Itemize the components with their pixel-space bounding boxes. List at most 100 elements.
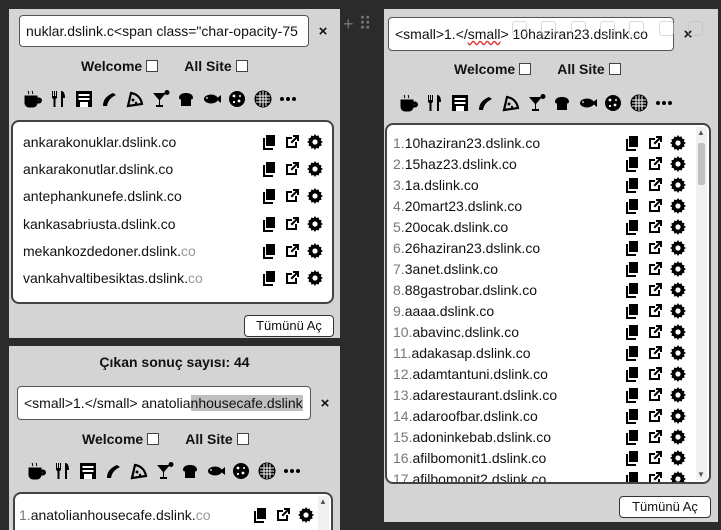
copy-icon[interactable]: [622, 407, 641, 425]
toolbar-icon[interactable]: [629, 20, 645, 36]
welcome-box[interactable]: [519, 63, 532, 75]
external-link-icon[interactable]: [645, 449, 664, 467]
site-link[interactable]: antephankunefe.dslink.co: [23, 188, 255, 204]
external-link-icon[interactable]: [645, 197, 664, 215]
scrollbar-thumb[interactable]: [698, 143, 705, 185]
toolbar-icon[interactable]: [570, 20, 586, 36]
hot-dog-icon[interactable]: [104, 461, 124, 481]
all-site-checkbox[interactable]: All Site: [184, 58, 248, 74]
gear-icon[interactable]: [668, 386, 687, 404]
gear-icon[interactable]: [296, 506, 315, 524]
more-icon[interactable]: [282, 461, 302, 481]
site-link[interactable]: 3.1a.dslink.co: [393, 177, 618, 193]
fish-icon[interactable]: [206, 461, 226, 481]
copy-icon[interactable]: [259, 215, 278, 233]
coffee-icon[interactable]: [23, 89, 43, 109]
all-site-checkbox[interactable]: All Site: [185, 431, 249, 447]
cocktail-icon[interactable]: [527, 93, 547, 113]
copy-icon[interactable]: [622, 197, 641, 215]
external-link-icon[interactable]: [645, 260, 664, 278]
burger-icon[interactable]: [74, 89, 94, 109]
open-all-button[interactable]: Tümünü Aç: [619, 496, 711, 518]
gear-icon[interactable]: [668, 302, 687, 320]
gear-icon[interactable]: [668, 365, 687, 383]
welcome-box[interactable]: [146, 60, 159, 72]
pizza-slice-icon[interactable]: [501, 93, 521, 113]
gear-icon[interactable]: [668, 323, 687, 341]
copy-icon[interactable]: [622, 449, 641, 467]
toolbar-icon[interactable]: [658, 20, 674, 36]
site-link[interactable]: 9.aaaa.dslink.co: [393, 303, 618, 319]
more-icon[interactable]: [654, 93, 674, 113]
bread-icon[interactable]: [180, 461, 200, 481]
copy-icon[interactable]: [622, 323, 641, 341]
all-site-box[interactable]: [235, 60, 248, 72]
utensils-icon[interactable]: [49, 89, 69, 109]
external-link-icon[interactable]: [282, 215, 301, 233]
toolbar-icon[interactable]: [512, 20, 528, 36]
welcome-box[interactable]: [147, 433, 160, 445]
gear-icon[interactable]: [305, 133, 324, 151]
utensils-icon[interactable]: [425, 93, 445, 113]
pizza-slice-icon[interactable]: [125, 89, 145, 109]
gear-icon[interactable]: [668, 155, 687, 173]
copy-icon[interactable]: [250, 506, 269, 524]
gear-icon[interactable]: [305, 215, 324, 233]
search-input[interactable]: <small>1.</small> anatolianhousecafe.dsl…: [17, 386, 311, 420]
close-button[interactable]: ×: [317, 23, 329, 40]
site-link[interactable]: 1.anatolianhousecafe.dslink.co: [19, 507, 246, 523]
site-link[interactable]: 13.adarestaurant.dslink.co: [393, 387, 618, 403]
scrollbar[interactable]: ▲ ▼: [696, 127, 707, 480]
gear-icon[interactable]: [668, 470, 687, 482]
site-link[interactable]: 10.abavinc.dslink.co: [393, 324, 618, 340]
site-link[interactable]: kankasabriusta.dslink.co: [23, 216, 255, 232]
external-link-icon[interactable]: [282, 242, 301, 260]
gear-icon[interactable]: [668, 176, 687, 194]
fish-icon[interactable]: [578, 93, 598, 113]
site-link[interactable]: 5.20ocak.dslink.co: [393, 219, 618, 235]
gear-icon[interactable]: [668, 449, 687, 467]
pizza-slice-icon[interactable]: [129, 461, 149, 481]
external-link-icon[interactable]: [645, 239, 664, 257]
external-link-icon[interactable]: [645, 407, 664, 425]
external-link-icon[interactable]: [645, 134, 664, 152]
all-site-box[interactable]: [236, 433, 249, 445]
site-link[interactable]: 8.88gastrobar.dslink.co: [393, 282, 618, 298]
external-link-icon[interactable]: [645, 323, 664, 341]
external-link-icon[interactable]: [645, 176, 664, 194]
external-link-icon[interactable]: [645, 428, 664, 446]
bread-icon[interactable]: [176, 89, 196, 109]
site-link[interactable]: 7.3anet.dslink.co: [393, 261, 618, 277]
copy-icon[interactable]: [622, 428, 641, 446]
copy-icon[interactable]: [622, 302, 641, 320]
utensils-icon[interactable]: [53, 461, 73, 481]
welcome-checkbox[interactable]: Welcome: [454, 61, 532, 77]
site-link[interactable]: 4.20mart23.dslink.co: [393, 198, 618, 214]
copy-icon[interactable]: [622, 218, 641, 236]
cocktail-icon[interactable]: [151, 89, 171, 109]
fish-icon[interactable]: [202, 89, 222, 109]
copy-icon[interactable]: [622, 365, 641, 383]
drag-handle-icon[interactable]: + ⠿: [343, 14, 372, 35]
gear-icon[interactable]: [668, 239, 687, 257]
copy-icon[interactable]: [259, 269, 278, 287]
external-link-icon[interactable]: [645, 155, 664, 173]
gear-icon[interactable]: [668, 134, 687, 152]
gear-icon[interactable]: [305, 160, 324, 178]
burger-icon[interactable]: [78, 461, 98, 481]
copy-icon[interactable]: [259, 160, 278, 178]
scroll-down-arrow[interactable]: ▼: [697, 470, 705, 479]
waffle-icon[interactable]: [629, 93, 649, 113]
gear-icon[interactable]: [668, 218, 687, 236]
site-link[interactable]: 2.15haz23.dslink.co: [393, 156, 618, 172]
site-link[interactable]: 16.afilbomonit1.dslink.co: [393, 450, 618, 466]
site-link[interactable]: mekankozdedoner.dslink.co: [23, 243, 255, 259]
more-icon[interactable]: [278, 89, 298, 109]
site-link[interactable]: 15.adoninkebab.dslink.co: [393, 429, 618, 445]
welcome-checkbox[interactable]: Welcome: [82, 431, 160, 447]
copy-icon[interactable]: [259, 187, 278, 205]
gear-icon[interactable]: [305, 187, 324, 205]
external-link-icon[interactable]: [645, 386, 664, 404]
external-link-icon[interactable]: [282, 269, 301, 287]
site-link[interactable]: 12.adamtantuni.dslink.co: [393, 366, 618, 382]
